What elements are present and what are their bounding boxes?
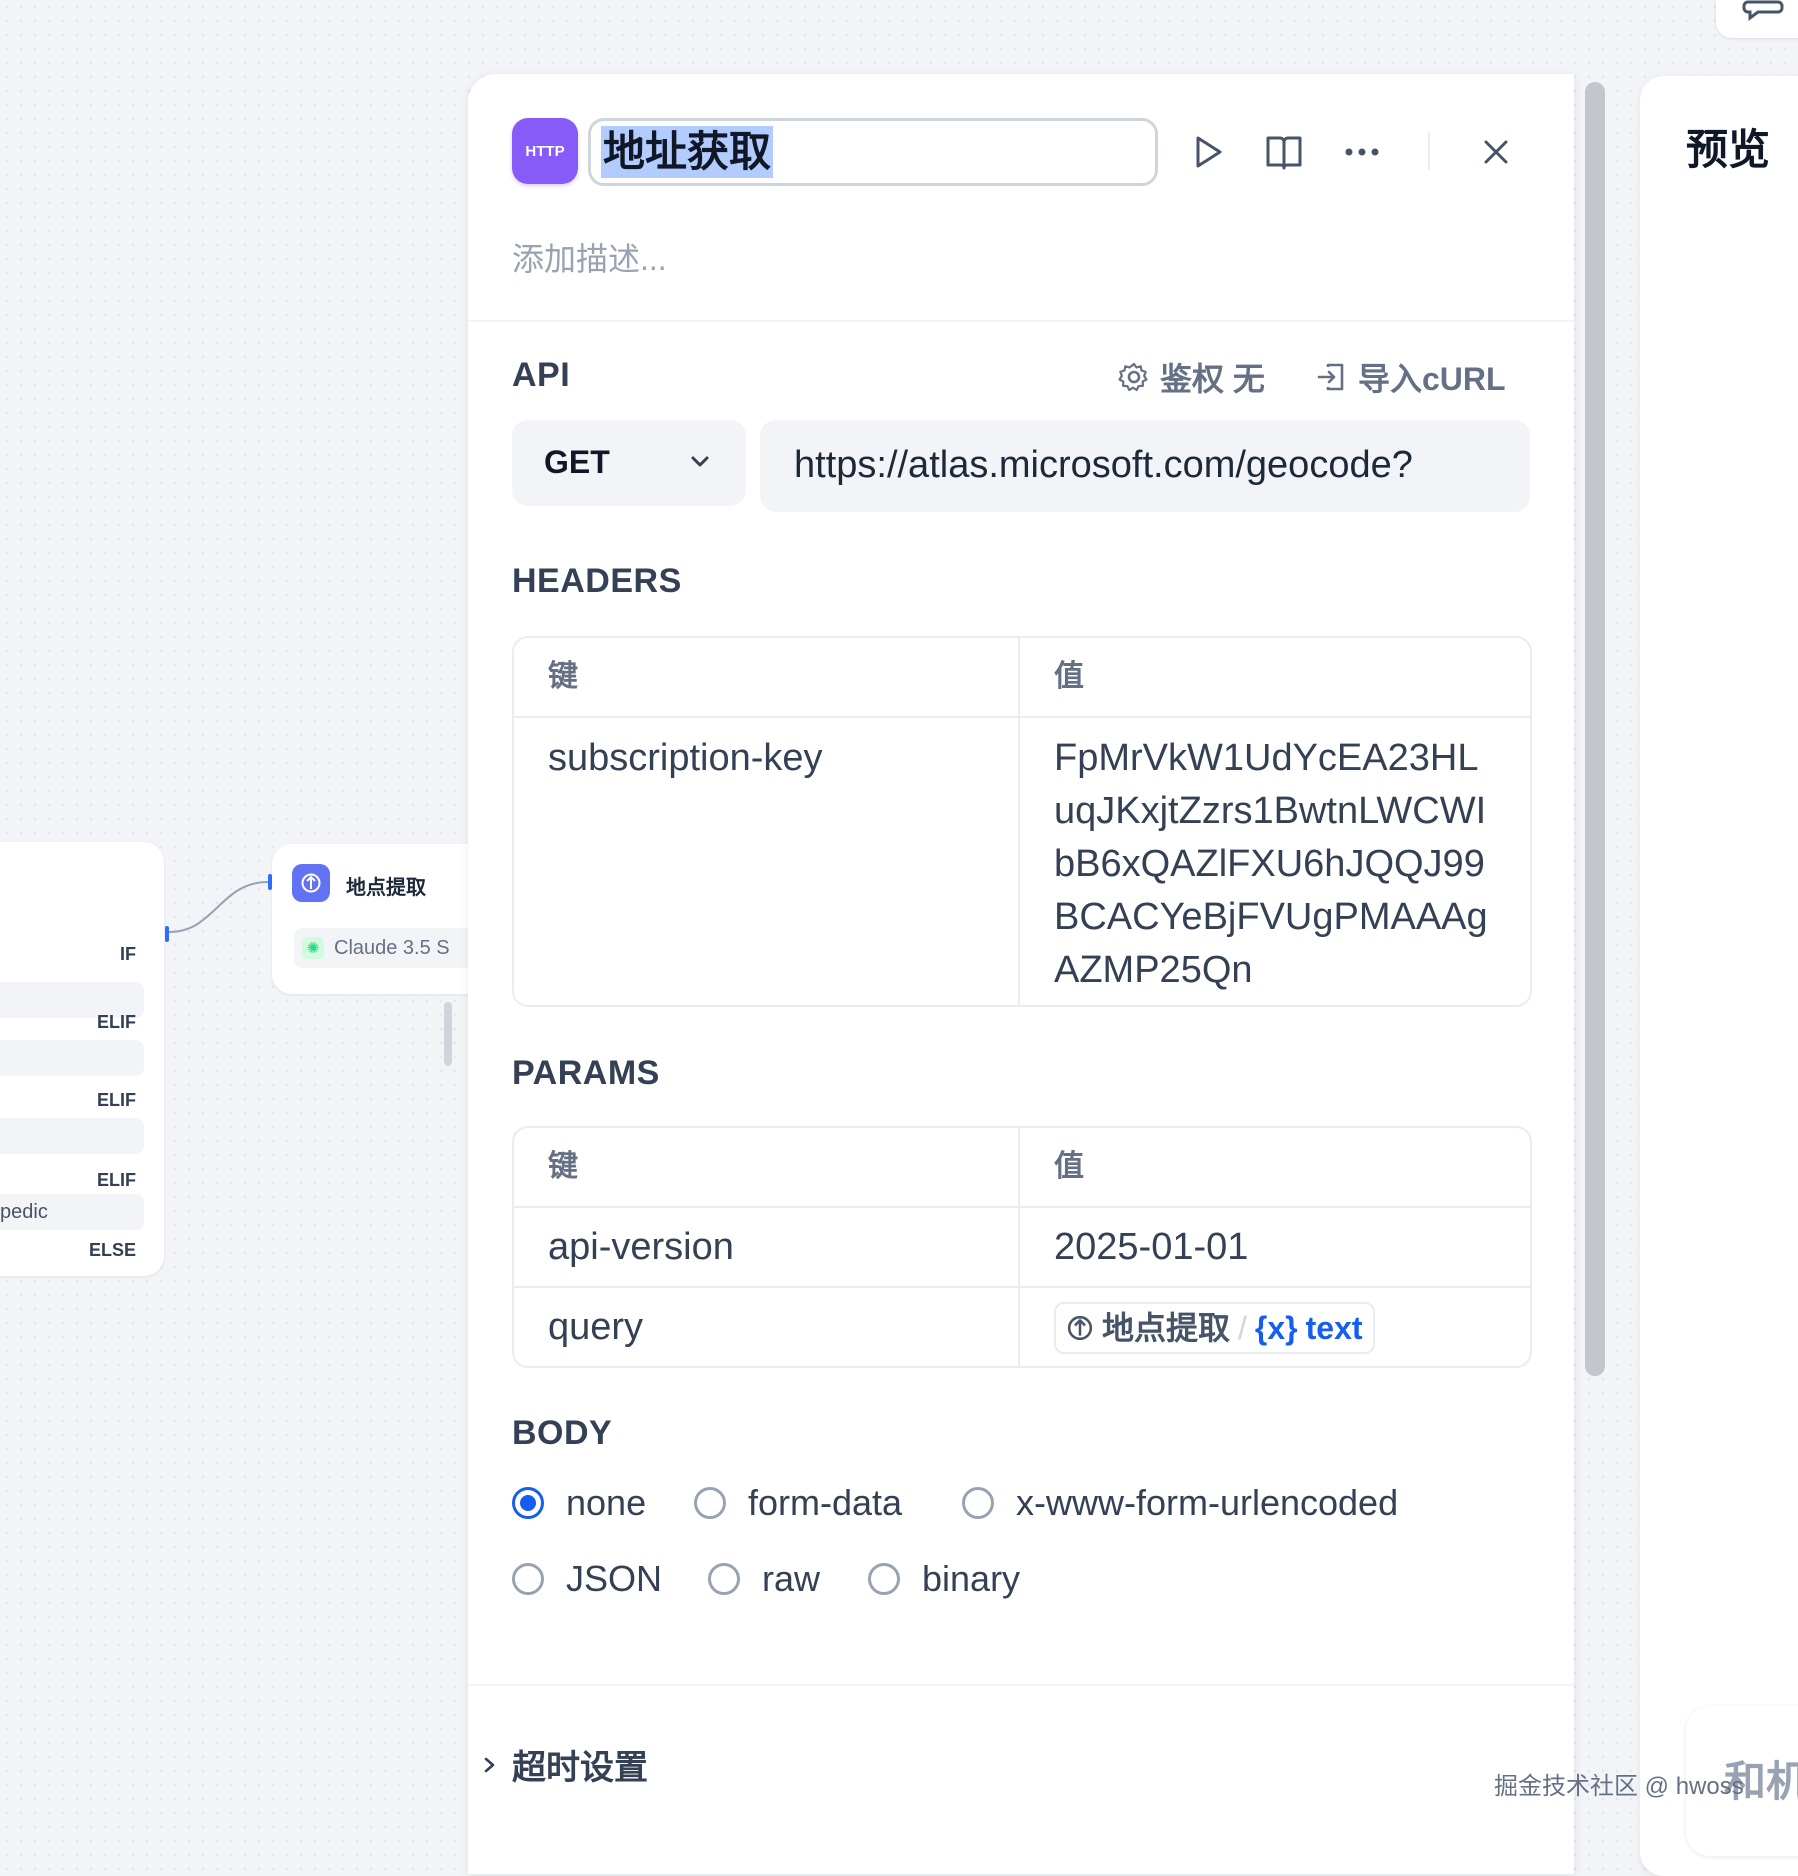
more-button[interactable] [1342,132,1382,172]
llm-node-title: 地点提取 [346,877,426,899]
radio-icon [512,1563,544,1595]
radio-icon [694,1487,726,1519]
chat-icon [1742,0,1784,21]
panel-scrollbar[interactable] [1585,82,1605,1376]
url-value: https://atlas.microsoft.com/geocode? [794,444,1413,486]
preview-panel: 预览 [1640,76,1798,1876]
radio-icon [708,1563,740,1595]
body-radio-form-data[interactable]: form-data [694,1482,902,1524]
case-label-if: IF [120,944,136,964]
import-curl-label: 导入cURL [1358,361,1506,397]
radio-icon [868,1563,900,1595]
body-radio-raw[interactable]: raw [708,1558,820,1600]
import-icon [1317,363,1344,391]
method-value: GET [544,444,610,480]
radio-label: JSON [566,1558,663,1599]
params-table: 键 值 api-version 2025-01-01 query 地点提取 / … [512,1126,1532,1368]
body-radio-none[interactable]: none [512,1482,646,1524]
key-column-header: 键 [514,638,1020,716]
import-curl-button[interactable]: 导入cURL [1316,354,1506,400]
variable-separator: / [1238,1310,1247,1346]
radio-label: form-data [748,1482,903,1523]
header-value-input[interactable]: FpMrVkW1UdYcEA23HLuqJKxjtZzrs1BwtnLWCWIb… [1020,718,1526,1005]
value-column-header: 值 [1054,660,1084,693]
divider [468,320,1574,322]
chevron-down-icon [691,456,709,467]
case-condition-text: pedic [0,1201,48,1223]
if-else-node[interactable]: IF ELIF ELIF ELIF pedic ELSE [0,842,164,1276]
radio-label: binary [922,1558,1021,1599]
gear-icon [1118,362,1148,392]
case-label-elif-2: ELIF [97,1090,136,1110]
play-icon [1196,136,1222,168]
body-radio-json[interactable]: JSON [512,1558,662,1600]
node-title-text: 地址获取 [601,126,774,178]
close-button[interactable] [1476,132,1516,172]
case-condition-bar[interactable] [0,1040,144,1076]
param-value-input[interactable]: 2025-01-01 [1020,1208,1526,1286]
method-select[interactable]: GET [512,420,746,506]
watermark: 掘金技术社区 @ hwoss [1494,1773,1744,1800]
preview-title: 预览 [1686,126,1771,173]
http-node-icon: HTTP [512,118,578,184]
table-header-row: 键 值 [514,638,1530,716]
close-icon [1484,140,1508,164]
variable-node-name: 地点提取 [1102,1310,1231,1346]
docs-button[interactable] [1264,132,1304,172]
case-condition-bar[interactable]: pedic [0,1194,144,1230]
llm-model-name: Claude 3.5 S [334,937,450,959]
case-label-elif-1: ELIF [97,1012,136,1032]
variable-name: text [1305,1310,1363,1346]
timeout-settings-label: 超时设置 [512,1749,648,1787]
body-section-title: BODY [512,1414,613,1452]
claude-icon: ✺ [302,937,324,959]
case-label-elif-3: ELIF [97,1170,136,1190]
api-section-title: API [512,356,571,394]
case-label-else: ELSE [88,1240,136,1260]
case-condition-bar[interactable] [0,1118,144,1154]
auth-button[interactable]: 鉴权 无 [1118,354,1265,400]
panel-resize-handle[interactable] [444,1002,452,1066]
book-icon [1266,136,1302,170]
radio-icon [962,1487,994,1519]
value-column-header: 值 [1054,1150,1084,1183]
variable-icon: {x} [1254,1310,1298,1346]
more-icon [1345,148,1379,156]
table-header-row: 键 值 [514,1128,1530,1206]
variable-chip[interactable]: 地点提取 / {x} text [1054,1302,1375,1354]
divider [468,1684,1574,1686]
table-row: subscription-key FpMrVkW1UdYcEA23HLuqJKx… [514,716,1530,1005]
table-row: query 地点提取 / {x} text [514,1286,1530,1366]
auth-label: 鉴权 无 [1160,361,1265,397]
body-radio-binary[interactable]: binary [868,1558,1020,1600]
llm-node-icon [292,864,330,902]
radio-checked-icon [512,1487,544,1519]
headers-section-title: HEADERS [512,562,682,600]
timeout-settings-toggle[interactable]: 超时设置 [482,1740,648,1789]
url-input[interactable]: https://atlas.microsoft.com/geocode? [760,420,1530,512]
header-divider [1428,132,1430,170]
chat-button[interactable] [1716,0,1798,38]
param-value-input[interactable]: 地点提取 / {x} text [1020,1288,1526,1366]
chevron-right-icon [484,1757,495,1772]
llm-model-row: ✺ Claude 3.5 S [294,928,494,968]
llm-node-location-extract[interactable]: 地点提取 ✺ Claude 3.5 S [272,844,494,994]
radio-label: none [566,1482,647,1523]
llm-node-icon [1067,1315,1093,1341]
param-key-input[interactable]: query [514,1288,1020,1366]
header-key-input[interactable]: subscription-key [514,718,1020,1005]
radio-label: x-www-form-urlencoded [1016,1482,1399,1523]
radio-label: raw [762,1558,821,1599]
body-radio-x-www-form-urlencoded[interactable]: x-www-form-urlencoded [962,1482,1398,1524]
headers-table: 键 值 subscription-key FpMrVkW1UdYcEA23HLu… [512,636,1532,1007]
params-section-title: PARAMS [512,1054,660,1092]
param-key-input[interactable]: api-version [514,1208,1020,1286]
run-button[interactable] [1188,132,1228,172]
node-title-input[interactable]: 地址获取 [588,118,1158,186]
http-node-config-panel: HTTP 地址获取 添加描述... API 鉴权 无 导入cURL GET ht… [468,74,1574,1874]
workflow-edge [168,881,269,933]
key-column-header: 键 [514,1128,1020,1206]
table-row: api-version 2025-01-01 [514,1206,1530,1286]
description-input[interactable]: 添加描述... [512,234,667,280]
